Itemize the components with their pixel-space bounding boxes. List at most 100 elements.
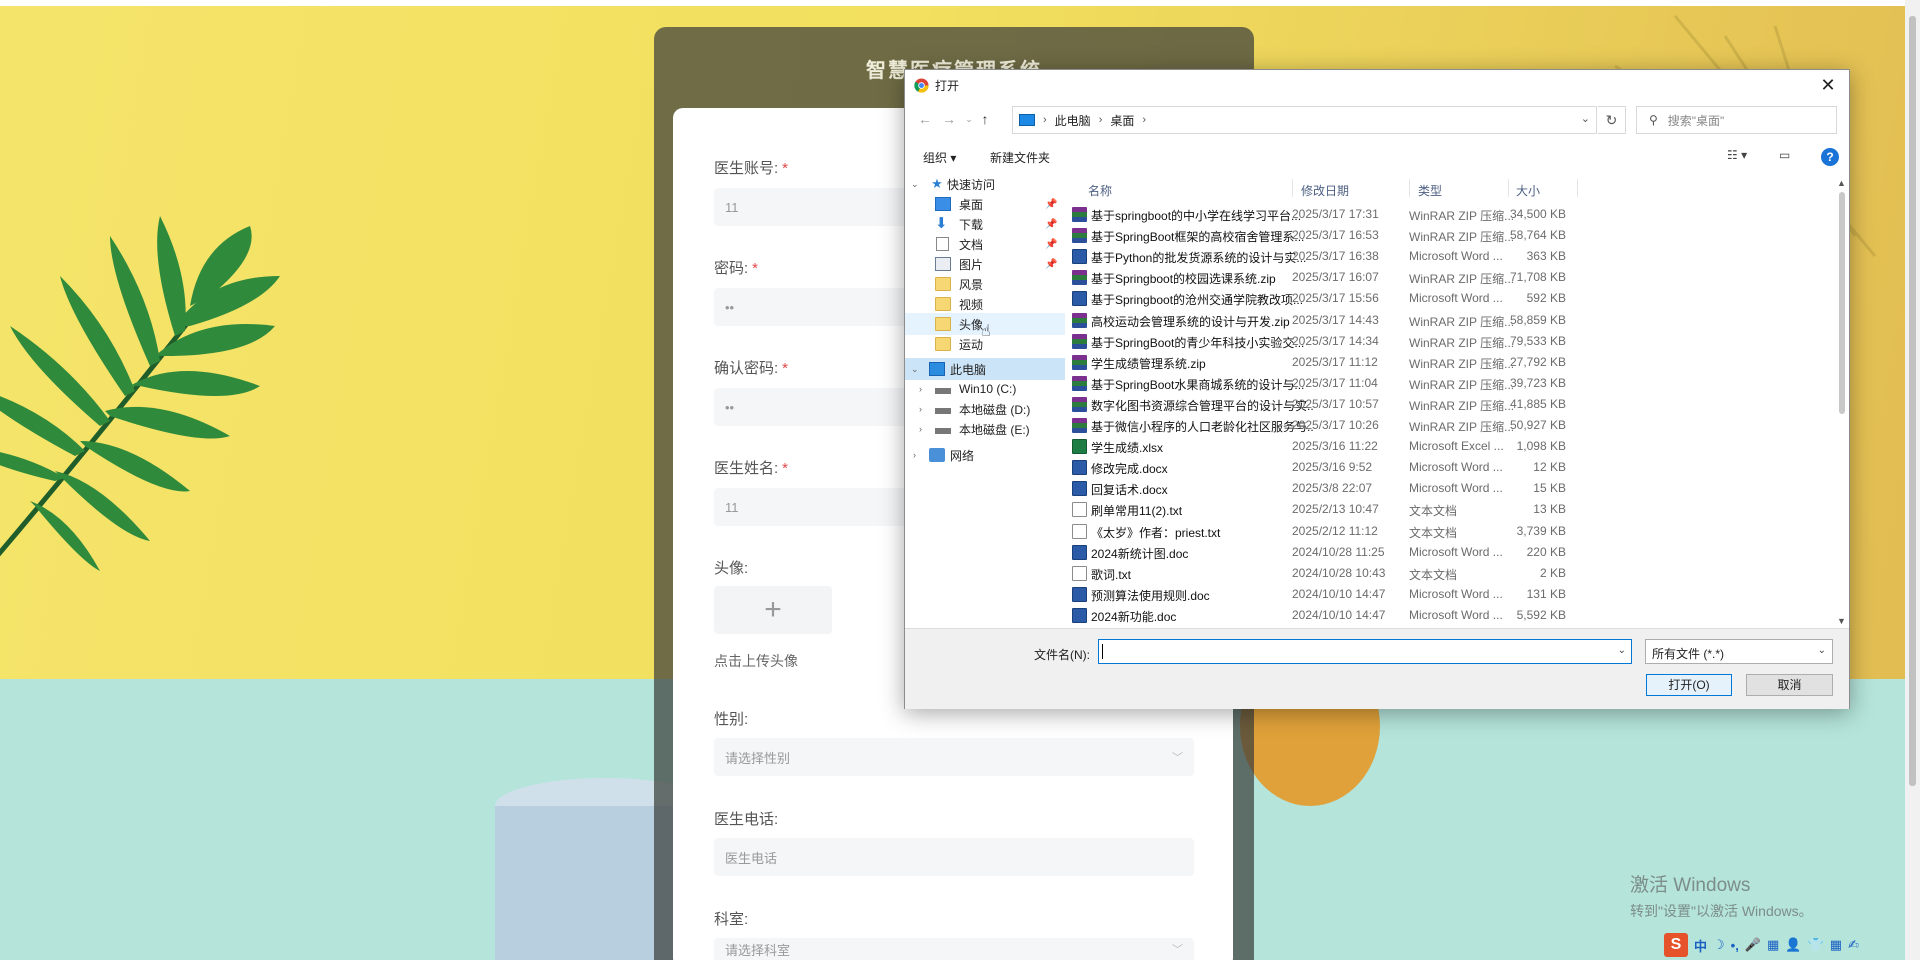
refresh-icon[interactable]: ↻: [1598, 106, 1626, 134]
open-button[interactable]: 打开(O): [1646, 674, 1732, 696]
department-select[interactable]: 请选择科室 ﹀: [714, 938, 1194, 960]
avatar-upload-hint: 点击上传头像: [714, 653, 798, 669]
nav-drive-e[interactable]: › 本地磁盘 (E:): [905, 418, 1065, 440]
file-row[interactable]: 基于SpringBoot框架的高校宿舍管理系... 2025/3/17 16:53…: [1070, 225, 1670, 246]
chinese-mode-icon[interactable]: 中: [1694, 936, 1707, 955]
dialog-titlebar[interactable]: 打开 ✕: [905, 70, 1849, 100]
file-date: 2024/10/10 14:47: [1292, 586, 1386, 601]
nav-desktop[interactable]: 桌面 📌: [905, 193, 1065, 215]
nav-drive-d[interactable]: › 本地磁盘 (D:): [905, 398, 1065, 420]
filename-input[interactable]: ⌄: [1098, 639, 1632, 664]
nav-drive-c[interactable]: › Win10 (C:): [905, 378, 1065, 400]
nav-folder-video[interactable]: 视频: [905, 293, 1065, 315]
nav-network[interactable]: › 网络: [905, 444, 1065, 466]
file-row[interactable]: 2024新统计图.doc 2024/10/28 11:25 Microsoft Wo…: [1070, 542, 1670, 563]
file-row[interactable]: 基于Springboot的沧州交通学院教改项... 2025/3/17 15:56…: [1070, 288, 1670, 309]
up-arrow-icon[interactable]: ↑: [975, 109, 995, 129]
file-row[interactable]: 2024新功能.doc 2024/10/10 14:47 Microsoft Wor…: [1070, 605, 1670, 626]
file-row[interactable]: 歌词.txt 2024/10/28 10:43 文本文档 2 KB: [1070, 563, 1670, 584]
file-row[interactable]: 基于SpringBoot水果商城系统的设计与... 2025/3/17 11:04…: [1070, 373, 1670, 394]
file-row[interactable]: 基于Springboot的校园选课系统.zip 2025/3/17 16:07 Wi…: [1070, 267, 1670, 288]
cancel-button[interactable]: 取消: [1746, 674, 1833, 696]
gender-select[interactable]: 请选择性别 ﹀: [714, 738, 1194, 776]
microphone-icon[interactable]: 🎤: [1745, 937, 1761, 953]
nav-this-pc[interactable]: ⌄ 此电脑: [905, 358, 1065, 380]
file-date: 2025/3/17 16:07: [1292, 270, 1379, 285]
file-row[interactable]: 基于微信小程序的人口老龄化社区服务与... 2025/3/17 10:26 WinR…: [1070, 415, 1670, 436]
chevron-right-icon[interactable]: ›: [919, 404, 922, 414]
user-icon[interactable]: 👤: [1785, 937, 1801, 953]
file-date: 2025/3/17 16:38: [1292, 249, 1379, 264]
chevron-down-icon[interactable]: ⌄: [1581, 112, 1590, 125]
scroll-up-icon[interactable]: ▲: [1837, 178, 1846, 188]
preview-pane-icon[interactable]: ▭: [1779, 148, 1790, 162]
handwriting-icon[interactable]: ✍: [1848, 937, 1859, 953]
avatar-upload-button[interactable]: +: [714, 586, 832, 634]
chevron-right-icon[interactable]: ›: [913, 450, 916, 460]
file-size: 3,739 KB: [1516, 523, 1566, 538]
page-scrollbar-thumb[interactable]: [1909, 16, 1916, 786]
forward-arrow-icon[interactable]: →: [939, 109, 959, 129]
nav-downloads[interactable]: ⬇ 下载 📌: [905, 213, 1065, 235]
drive-icon: [935, 428, 951, 434]
organize-button[interactable]: 组织 ▾: [923, 149, 956, 166]
file-type: WinRAR ZIP 压缩...: [1409, 420, 1515, 434]
view-options-icon[interactable]: ☷ ▾: [1727, 148, 1747, 162]
file-row[interactable]: 高校运动会管理系统的设计与开发.zip 2025/3/17 14:43 WinRAR…: [1070, 310, 1670, 331]
file-row[interactable]: 《太岁》作者：priest.txt 2025/2/12 11:12 文本文档 3,73…: [1070, 521, 1670, 542]
grid-icon[interactable]: ▦: [1830, 937, 1842, 953]
document-icon: [936, 237, 949, 251]
windows-activation-watermark: 激活 Windows 转到"设置"以激活 Windows。: [1630, 870, 1813, 921]
keyboard-icon[interactable]: ▦: [1767, 937, 1779, 953]
file-row[interactable]: 数字化图书资源综合管理平台的设计与实... 2025/3/17 10:57 WinR…: [1070, 394, 1670, 415]
back-arrow-icon[interactable]: ←: [915, 109, 935, 129]
close-icon[interactable]: ✕: [1815, 72, 1841, 98]
file-row[interactable]: 学生成绩.xlsx 2025/3/16 11:22 Microsoft Excel …: [1070, 436, 1670, 457]
scrollbar-thumb[interactable]: [1839, 192, 1845, 414]
chevron-right-icon[interactable]: ›: [919, 424, 922, 434]
file-list-scrollbar[interactable]: ▲ ▼: [1835, 176, 1849, 628]
column-date[interactable]: 修改日期: [1301, 182, 1349, 199]
moon-icon[interactable]: ☽: [1713, 937, 1725, 953]
file-row[interactable]: 学生成绩管理系统.zip 2025/3/17 11:12 WinRAR ZIP 压缩…: [1070, 352, 1670, 373]
file-size: 41,885 KB: [1510, 396, 1566, 411]
nav-quick-access[interactable]: ⌄ ★ 快速访问: [905, 173, 1065, 195]
this-pc-icon: [1019, 114, 1035, 126]
file-row[interactable]: 预测算法使用规则.doc 2024/10/10 14:47 Microsoft Wo…: [1070, 584, 1670, 605]
scroll-down-icon[interactable]: ▼: [1837, 616, 1846, 626]
file-type-filter[interactable]: 所有文件 (*.*) ⌄: [1645, 639, 1833, 664]
zip-archive-icon: [1072, 375, 1087, 391]
file-row[interactable]: 基于springboot的中小学在线学习平台... 2025/3/17 17:31…: [1070, 204, 1670, 225]
breadcrumb-desktop[interactable]: 桌面: [1110, 112, 1134, 129]
nav-folder-scenery[interactable]: 风景: [905, 273, 1065, 295]
chevron-down-icon[interactable]: ⌄: [911, 364, 919, 375]
sogou-ime-logo[interactable]: S: [1664, 933, 1688, 957]
nav-documents[interactable]: 文档 📌: [905, 233, 1065, 255]
column-size[interactable]: 大小: [1516, 182, 1540, 199]
column-name[interactable]: 名称: [1088, 182, 1112, 199]
doctor-phone-input[interactable]: 医生电话: [714, 838, 1194, 876]
column-type[interactable]: 类型: [1418, 182, 1442, 199]
breadcrumb-this-pc[interactable]: 此电脑: [1055, 112, 1091, 129]
nav-folder-avatar[interactable]: 头像 ☝: [905, 313, 1065, 340]
dialog-navbar: ← → ⌄ ↑ › 此电脑 › 桌面 › ⌄ ↻ ⚲ 搜索"桌面": [905, 104, 1849, 136]
chevron-down-icon[interactable]: ⌄: [911, 179, 919, 190]
file-row[interactable]: 回复话术.docx 2025/3/8 22:07 Microsoft Word ..…: [1070, 478, 1670, 499]
punctuation-icon[interactable]: •,: [1731, 938, 1739, 953]
file-row[interactable]: 修改完成.docx 2025/3/16 9:52 Microsoft Word ..…: [1070, 457, 1670, 478]
chevron-down-icon[interactable]: ⌄: [1618, 645, 1626, 656]
file-row[interactable]: 刷单常用11(2).txt 2025/2/13 10:47 文本文档 13 KB: [1070, 499, 1670, 520]
search-input[interactable]: ⚲ 搜索"桌面": [1636, 106, 1837, 134]
chevron-right-icon[interactable]: ›: [919, 384, 922, 394]
new-folder-button[interactable]: 新建文件夹: [990, 149, 1050, 166]
file-row[interactable]: 基于SpringBoot的青少年科技小实验交... 2025/3/17 14:34…: [1070, 331, 1670, 352]
skin-icon[interactable]: 👕: [1808, 937, 1824, 953]
help-icon[interactable]: ?: [1821, 148, 1839, 166]
page-scrollbar[interactable]: [1905, 0, 1920, 960]
doctor-account-label: 医生账号: *: [714, 160, 789, 177]
nav-folder-sports[interactable]: 运动: [905, 333, 1065, 355]
file-type: 文本文档: [1409, 567, 1458, 582]
address-bar[interactable]: › 此电脑 › 桌面 › ⌄: [1012, 106, 1597, 134]
file-row[interactable]: 基于Python的批发货源系统的设计与实... 2025/3/17 16:38 Mi…: [1070, 246, 1670, 267]
nav-pictures[interactable]: 图片 📌: [905, 253, 1065, 275]
